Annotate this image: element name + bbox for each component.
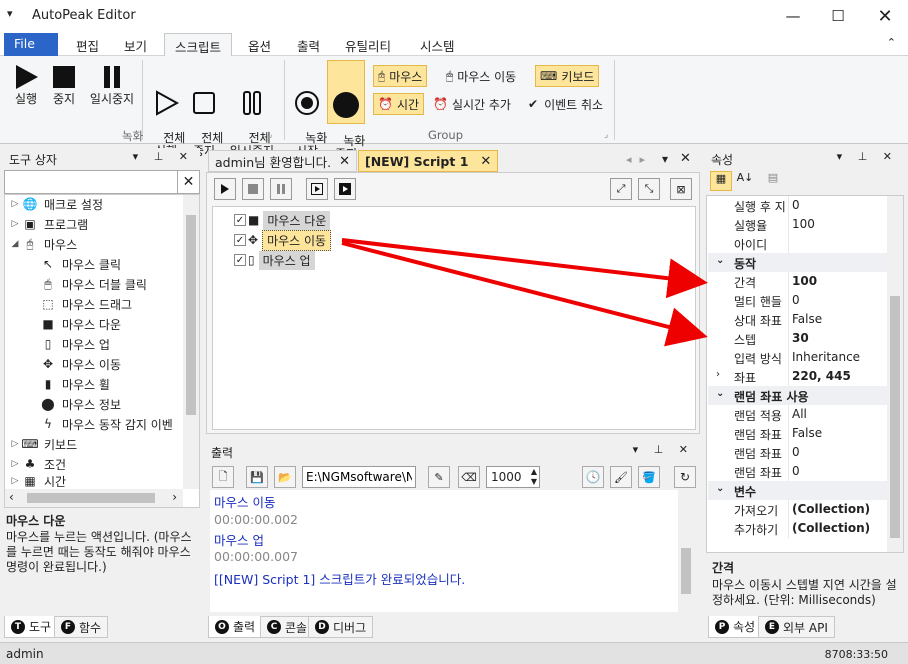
status-user: admin (6, 647, 44, 661)
annotation-arrows (341, 238, 708, 347)
status-time: 8708:33:50 (824, 648, 888, 661)
status-bar: admin 8708:33:50 (0, 642, 908, 664)
arrow-to-interval (341, 238, 708, 299)
arrow-to-step (341, 241, 708, 347)
